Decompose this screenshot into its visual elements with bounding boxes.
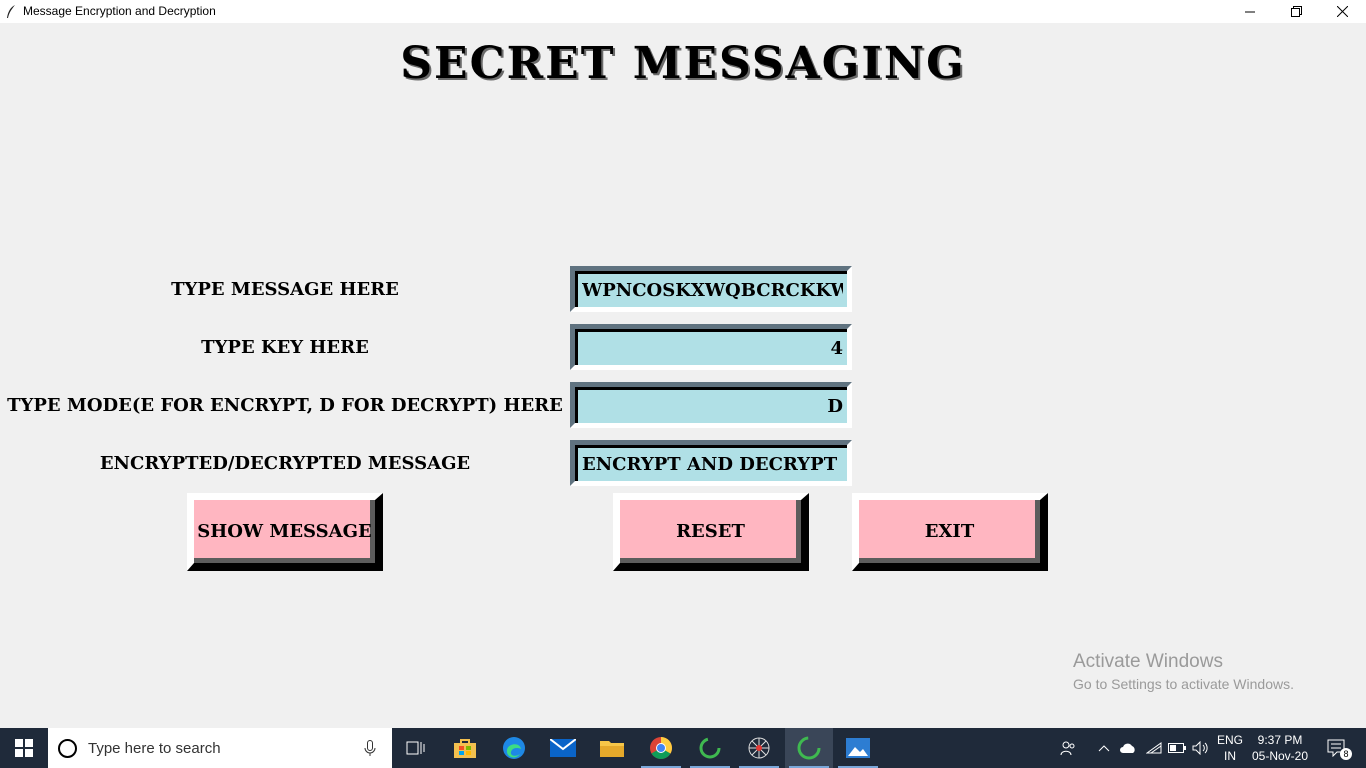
key-label: TYPE KEY HERE bbox=[201, 337, 369, 358]
show-message-button[interactable]: SHOW MESSAGE bbox=[187, 493, 383, 571]
mail-icon bbox=[550, 739, 576, 757]
message-input[interactable] bbox=[578, 274, 847, 307]
task-view-button[interactable] bbox=[392, 728, 440, 768]
watermark-subtitle: Go to Settings to activate Windows. bbox=[1073, 676, 1294, 692]
taskbar-search-box[interactable]: Type here to search bbox=[48, 728, 392, 768]
chrome-button[interactable] bbox=[637, 728, 685, 768]
notification-button[interactable]: 8 bbox=[1320, 728, 1354, 768]
clock-date: 05-Nov-20 bbox=[1251, 749, 1309, 763]
feather-icon bbox=[7, 5, 15, 18]
search-placeholder: Type here to search bbox=[88, 740, 221, 757]
close-button[interactable] bbox=[1319, 0, 1365, 23]
message-field-frame bbox=[570, 266, 852, 312]
spider-app-icon bbox=[748, 737, 770, 759]
cloud-icon bbox=[1120, 743, 1135, 753]
language-indicator[interactable]: ENG IN bbox=[1212, 728, 1248, 768]
battery-button[interactable] bbox=[1166, 728, 1188, 768]
spinner-app-button[interactable] bbox=[686, 728, 734, 768]
chrome-icon bbox=[650, 737, 672, 759]
mode-field-frame bbox=[570, 382, 852, 428]
key-field-frame bbox=[570, 324, 852, 370]
close-icon bbox=[1336, 6, 1348, 17]
exit-label: EXIT bbox=[924, 521, 975, 542]
task-view-icon bbox=[406, 741, 425, 755]
watermark-title: Activate Windows bbox=[1073, 651, 1223, 672]
file-explorer-button[interactable] bbox=[588, 728, 636, 768]
windows-logo-icon bbox=[15, 739, 33, 757]
title-bar: Message Encryption and Decryption bbox=[0, 0, 1366, 23]
result-label: ENCRYPTED/DECRYPTED MESSAGE bbox=[99, 453, 471, 474]
message-label: TYPE MESSAGE HERE bbox=[171, 279, 399, 300]
start-button[interactable] bbox=[0, 728, 48, 768]
mode-input[interactable] bbox=[578, 390, 847, 423]
result-field-frame bbox=[570, 440, 852, 486]
show-hidden-icons-button[interactable] bbox=[1094, 728, 1114, 768]
microphone-icon[interactable] bbox=[364, 740, 376, 757]
minimize-button[interactable] bbox=[1227, 0, 1273, 23]
spinner-app-icon bbox=[699, 737, 721, 759]
spinner-app-icon bbox=[797, 736, 821, 760]
edge-button[interactable] bbox=[490, 728, 538, 768]
key-input[interactable] bbox=[578, 332, 847, 365]
cortana-icon bbox=[58, 739, 77, 758]
onedrive-button[interactable] bbox=[1117, 728, 1139, 768]
reset-label: RESET bbox=[676, 521, 745, 542]
battery-icon bbox=[1168, 743, 1186, 753]
photos-icon bbox=[846, 738, 870, 758]
spinner-app-button-2[interactable] bbox=[785, 728, 833, 768]
page-title: SECRET MESSAGING bbox=[400, 38, 966, 89]
mode-label: TYPE MODE(E FOR ENCRYPT, D FOR DECRYPT) … bbox=[7, 395, 563, 416]
minimize-icon bbox=[1245, 11, 1255, 12]
store-button[interactable] bbox=[441, 728, 489, 768]
result-output[interactable] bbox=[578, 448, 847, 481]
wifi-button[interactable] bbox=[1143, 728, 1165, 768]
language-region: IN bbox=[1224, 749, 1236, 763]
photos-button[interactable] bbox=[834, 728, 882, 768]
speaker-icon bbox=[1192, 741, 1208, 755]
mail-button[interactable] bbox=[539, 728, 587, 768]
clock[interactable]: 9:37 PM 05-Nov-20 bbox=[1248, 728, 1312, 768]
restore-button[interactable] bbox=[1273, 0, 1319, 23]
clock-time: 9:37 PM bbox=[1257, 733, 1303, 747]
wifi-icon bbox=[1146, 742, 1162, 754]
edge-icon bbox=[503, 737, 525, 759]
reset-button[interactable]: RESET bbox=[613, 493, 809, 571]
volume-button[interactable] bbox=[1189, 728, 1211, 768]
people-icon bbox=[1060, 741, 1075, 756]
store-icon bbox=[454, 739, 476, 758]
window-title: Message Encryption and Decryption bbox=[23, 4, 216, 18]
exit-button[interactable]: EXIT bbox=[852, 493, 1048, 571]
people-button[interactable] bbox=[1056, 728, 1080, 768]
spider-app-button[interactable] bbox=[735, 728, 783, 768]
chevron-up-icon bbox=[1098, 745, 1110, 752]
file-explorer-icon bbox=[600, 741, 624, 757]
language-code: ENG bbox=[1216, 733, 1243, 747]
activate-windows-watermark: Activate Windows Go to Settings to activ… bbox=[1073, 651, 1294, 692]
restore-icon bbox=[1290, 6, 1302, 17]
show-message-label: SHOW MESSAGE bbox=[197, 521, 372, 542]
taskbar: Type here to search ENG IN 9:37 PM 05-No… bbox=[0, 728, 1366, 768]
notification-count: 8 bbox=[1340, 748, 1352, 760]
